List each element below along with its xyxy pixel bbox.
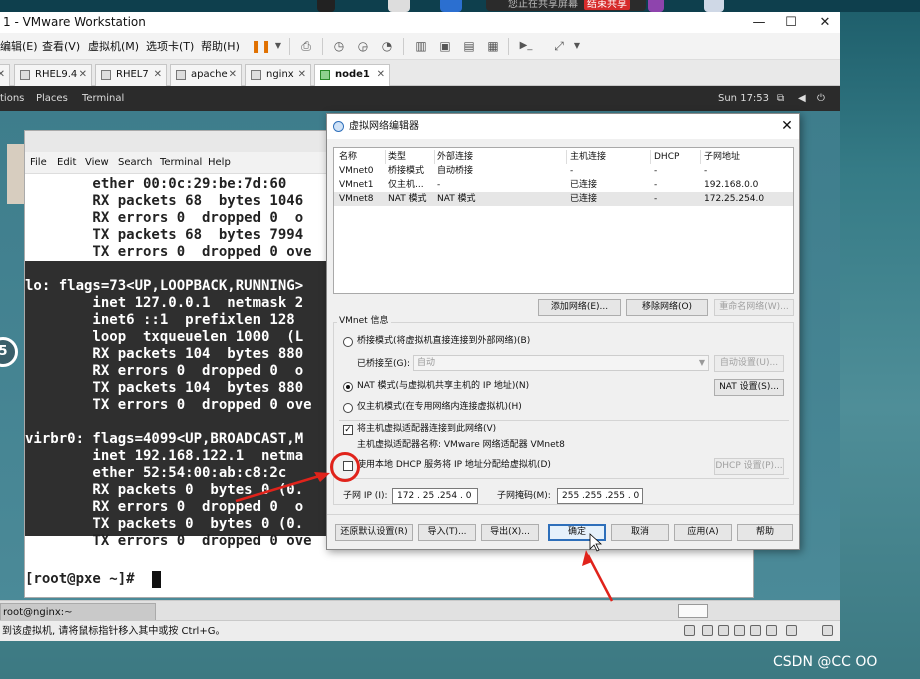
annotation-arrow: [235, 472, 327, 503]
watermark: CSDN @CC OO: [773, 654, 878, 670]
annotation-arrows: [235, 472, 614, 602]
mouse-pointer-icon: [589, 533, 603, 552]
